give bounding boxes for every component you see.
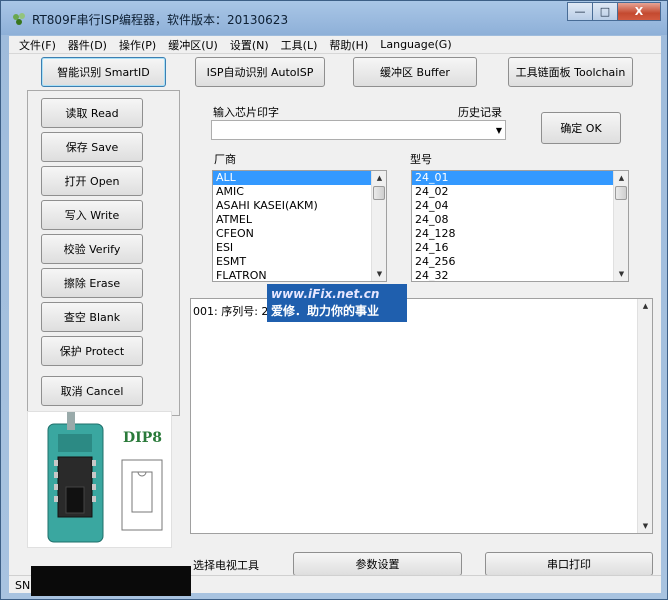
toolchain-button[interactable]: 工具链面板 Toolchain — [508, 57, 633, 87]
dip8-label: DIP8 — [123, 430, 162, 446]
menu-buffer[interactable]: 缓冲区(U) — [162, 37, 224, 53]
list-item[interactable]: 24_32 — [412, 269, 628, 281]
menu-bar: 文件(F) 器件(D) 操作(P) 缓冲区(U) 设置(N) 工具(L) 帮助(… — [9, 36, 661, 54]
params-button[interactable]: 参数设置 — [293, 552, 462, 576]
list-item[interactable]: CFEON — [213, 227, 386, 241]
list-item[interactable]: 24_02 — [412, 185, 628, 199]
ok-button[interactable]: 确定 OK — [541, 112, 621, 144]
manufacturer-label: 厂商 — [214, 153, 236, 166]
menu-tools[interactable]: 工具(L) — [275, 37, 324, 53]
menu-language[interactable]: Language(G) — [374, 38, 457, 51]
buffer-button[interactable]: 缓冲区 Buffer — [353, 57, 477, 87]
erase-button[interactable]: 擦除 Erase — [41, 268, 143, 298]
save-button[interactable]: 保存 Save — [41, 132, 143, 162]
open-button[interactable]: 打开 Open — [41, 166, 143, 196]
dip-socket-panel: DIP8 — [27, 411, 172, 548]
read-button[interactable]: 读取 Read — [41, 98, 143, 128]
autoisp-button[interactable]: ISP自动识别 AutoISP — [195, 57, 325, 87]
list-item[interactable]: FLATRON — [213, 269, 386, 281]
minimize-button[interactable]: — — [567, 2, 593, 21]
chip-input-label: 输入芯片印字 — [213, 106, 279, 119]
main-window: RT809F串行ISP编程器，软件版本：20130623 — □ X 文件(F)… — [0, 0, 668, 600]
list-item[interactable]: ALL — [213, 171, 386, 185]
tv-tools-label[interactable]: 选择电视工具 — [193, 557, 259, 573]
scroll-down-icon[interactable]: ▼ — [638, 519, 653, 533]
write-button[interactable]: 写入 Write — [41, 200, 143, 230]
manufacturer-scrollbar[interactable]: ▲ ▼ — [371, 171, 386, 281]
dropdown-arrow-icon[interactable]: ▼ — [496, 126, 502, 135]
manufacturer-list[interactable]: ALL AMIC ASAHI KASEI(AKM) ATMEL CFEON ES… — [212, 170, 387, 282]
close-button[interactable]: X — [617, 2, 661, 21]
scroll-thumb[interactable] — [373, 186, 385, 200]
list-item[interactable]: 24_128 — [412, 227, 628, 241]
maximize-button[interactable]: □ — [592, 2, 618, 21]
window-controls: — □ X — [567, 2, 661, 21]
list-item[interactable]: ASAHI KASEI(AKM) — [213, 199, 386, 213]
menu-operation[interactable]: 操作(P) — [113, 37, 162, 53]
list-item[interactable]: 24_08 — [412, 213, 628, 227]
model-list[interactable]: 24_01 24_02 24_04 24_08 24_128 24_16 24_… — [411, 170, 629, 282]
app-leaf-icon — [13, 13, 25, 25]
window-title: RT809F串行ISP编程器，软件版本：20130623 — [32, 13, 289, 27]
list-item[interactable]: ESI — [213, 241, 386, 255]
menu-help[interactable]: 帮助(H) — [323, 37, 374, 53]
list-item[interactable]: AMIC — [213, 185, 386, 199]
list-item[interactable]: ATMEL — [213, 213, 386, 227]
redaction-block — [31, 566, 191, 596]
blank-button[interactable]: 查空 Blank — [41, 302, 143, 332]
status-text: SN — [15, 579, 31, 592]
model-scrollbar[interactable]: ▲ ▼ — [613, 171, 628, 281]
list-item[interactable]: ESMT — [213, 255, 386, 269]
watermark-url: www.iFix.net.cn — [271, 287, 380, 301]
scroll-up-icon[interactable]: ▲ — [372, 171, 386, 185]
log-line: 001: 序列号: 2 — [193, 305, 269, 318]
history-label: 历史记录 — [458, 106, 502, 119]
protect-button[interactable]: 保护 Protect — [41, 336, 143, 366]
log-output[interactable]: 001: 序列号: 2 ▲ ▼ — [190, 298, 653, 534]
scroll-down-icon[interactable]: ▼ — [614, 267, 628, 281]
list-item[interactable]: 24_256 — [412, 255, 628, 269]
menu-file[interactable]: 文件(F) — [13, 37, 62, 53]
chip-marking-combobox[interactable]: ▼ — [211, 120, 506, 140]
verify-button[interactable]: 校验 Verify — [41, 234, 143, 264]
scroll-thumb[interactable] — [615, 186, 627, 200]
list-item[interactable]: 24_16 — [412, 241, 628, 255]
smartid-button[interactable]: 智能识别 SmartID — [41, 57, 166, 87]
scroll-up-icon[interactable]: ▲ — [614, 171, 628, 185]
title-bar[interactable]: RT809F串行ISP编程器，软件版本：20130623 — □ X — [1, 1, 667, 35]
serial-print-button[interactable]: 串口打印 — [485, 552, 653, 576]
model-label: 型号 — [410, 153, 432, 166]
scroll-up-icon[interactable]: ▲ — [638, 299, 653, 313]
watermark-slogan: 爱修．助力你的事业 — [271, 304, 380, 318]
watermark-overlay: www.iFix.net.cn 爱修．助力你的事业 — [267, 284, 407, 322]
log-scrollbar[interactable]: ▲ ▼ — [637, 299, 652, 533]
list-item[interactable]: 24_04 — [412, 199, 628, 213]
menu-settings[interactable]: 设置(N) — [224, 37, 275, 53]
scroll-down-icon[interactable]: ▼ — [372, 267, 386, 281]
client-area: 智能识别 SmartID ISP自动识别 AutoISP 缓冲区 Buffer … — [9, 54, 661, 596]
cancel-button[interactable]: 取消 Cancel — [41, 376, 143, 406]
menu-device[interactable]: 器件(D) — [62, 37, 113, 53]
list-item[interactable]: 24_01 — [412, 171, 628, 185]
